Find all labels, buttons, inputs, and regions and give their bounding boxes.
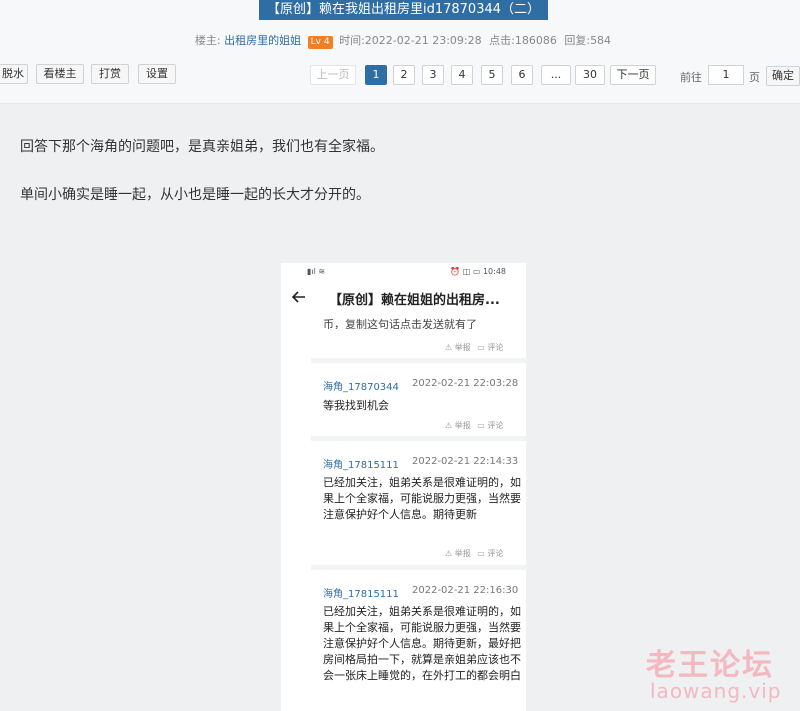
thread-header: 【原创】赖在我姐出租房里id17870344（二） 楼主: 出租房里的姐姐 Lv… — [0, 0, 800, 104]
reply-count: 584 — [590, 34, 612, 47]
comment-text: 已经加关注，姐弟关系是很难证明的，如果上个全家福，可能说服力更强，当然要注意保护… — [323, 476, 521, 521]
view-op-button[interactable]: 看楼主 — [36, 64, 84, 84]
goto-confirm-button[interactable]: 确定 — [766, 66, 800, 86]
post-time: 2022-02-21 23:09:28 — [364, 34, 482, 47]
phone-app-bar: 【原创】赖在姐姐的出租房... — [281, 281, 526, 315]
page-ellipsis: ... — [541, 65, 571, 85]
level-badge: Lv 4 — [307, 36, 333, 49]
comment-header: 海角_17870344 2022-02-21 22:03:28 — [323, 378, 518, 393]
comment-time: 2022-02-21 22:03:28 — [412, 378, 519, 389]
status-right-icons: ⏰ ◫ ▭ 10:48 — [450, 267, 506, 276]
page-2[interactable]: 2 — [393, 65, 415, 85]
signal-wifi-icons: ▮ıl ≋ — [307, 267, 326, 276]
comment-header: 海角_17815111 2022-02-21 22:14:33 — [323, 456, 518, 471]
page-unit-label: 页 — [749, 71, 760, 84]
comment-header: 海角_17815111 2022-02-21 22:16:30 — [323, 585, 518, 600]
page-5[interactable]: 5 — [481, 65, 503, 85]
back-arrow-icon — [291, 291, 305, 303]
comment-user: 海角_17815111 — [323, 589, 399, 600]
phone-app-title: 【原创】赖在姐姐的出租房... — [329, 293, 500, 308]
comment-text: 等我找到机会 — [323, 399, 389, 412]
page-6[interactable]: 6 — [511, 65, 533, 85]
page-1[interactable]: 1 — [365, 65, 387, 85]
author-label: 楼主: — [194, 34, 221, 47]
click-count: 186086 — [514, 34, 557, 47]
reply-link: ▭ 评论 — [477, 421, 504, 430]
tip-button[interactable]: 打赏 — [91, 64, 129, 84]
embedded-screenshot: ▮ıl ≋ ⏰ ◫ ▭ 10:48 【原创】赖在姐姐的出租房... 币，复制这句… — [281, 263, 526, 711]
goto-label: 前往 — [680, 71, 702, 84]
water-button[interactable]: 脱水 — [0, 64, 28, 84]
report-link: ⚠ 举报 — [445, 549, 471, 558]
comment-time: 2022-02-21 22:14:33 — [412, 456, 519, 467]
report-link: ⚠ 举报 — [445, 343, 471, 352]
replies-label: 回复: — [564, 34, 591, 47]
cut-off-comment-text: 币，复制这句话点击发送就有了 — [323, 318, 477, 329]
post-paragraph-1: 回答下那个海角的问题吧，是真亲姐弟，我们也有全家福。 — [20, 139, 384, 155]
comment-user: 海角_17870344 — [323, 382, 399, 393]
reply-link: ▭ 评论 — [477, 549, 504, 558]
divider — [311, 565, 526, 570]
report-link: ⚠ 举报 — [445, 421, 471, 430]
comment-user: 海角_17815111 — [323, 460, 399, 471]
next-page-button[interactable]: 下一页 — [610, 65, 656, 85]
thread-meta: 楼主: 出租房里的姐姐 Lv 4 时间:2022-02-21 23:09:28 … — [0, 32, 800, 49]
comment-actions: ⚠ 举报 ▭ 评论 — [441, 420, 503, 432]
prev-page-button[interactable]: 上一页 — [310, 65, 356, 85]
page-3[interactable]: 3 — [422, 65, 444, 85]
divider — [311, 436, 526, 441]
time-label: 时间: — [339, 34, 365, 47]
comment-actions: ⚠ 举报 ▭ 评论 — [441, 548, 503, 560]
comment-text: 已经加关注，姐弟关系是很难证明的，如果上个全家福，可能说服力更强，当然要注意保护… — [323, 605, 521, 682]
page-last[interactable]: 30 — [575, 65, 605, 85]
settings-button[interactable]: 设置 — [138, 64, 176, 84]
phone-status-bar: ▮ıl ≋ ⏰ ◫ ▭ 10:48 — [281, 263, 526, 281]
thread-title: 【原创】赖在我姐出租房里id17870344（二） — [259, 0, 548, 20]
clicks-label: 点击: — [489, 34, 515, 47]
post-paragraph-2: 单间小确实是睡一起，从小也是睡一起的长大才分开的。 — [20, 187, 370, 203]
page-4[interactable]: 4 — [451, 65, 473, 85]
comment-time: 2022-02-21 22:16:30 — [412, 585, 519, 596]
divider — [311, 358, 526, 363]
author-link[interactable]: 出租房里的姐姐 — [224, 34, 301, 47]
reply-link: ▭ 评论 — [477, 343, 504, 352]
comment-actions: ⚠ 举报 ▭ 评论 — [441, 342, 503, 354]
goto-page-input[interactable]: 1 — [708, 65, 744, 85]
watermark-logo-text: 老王论坛 — [646, 648, 774, 683]
watermark-url: laowang.vip — [650, 679, 782, 703]
